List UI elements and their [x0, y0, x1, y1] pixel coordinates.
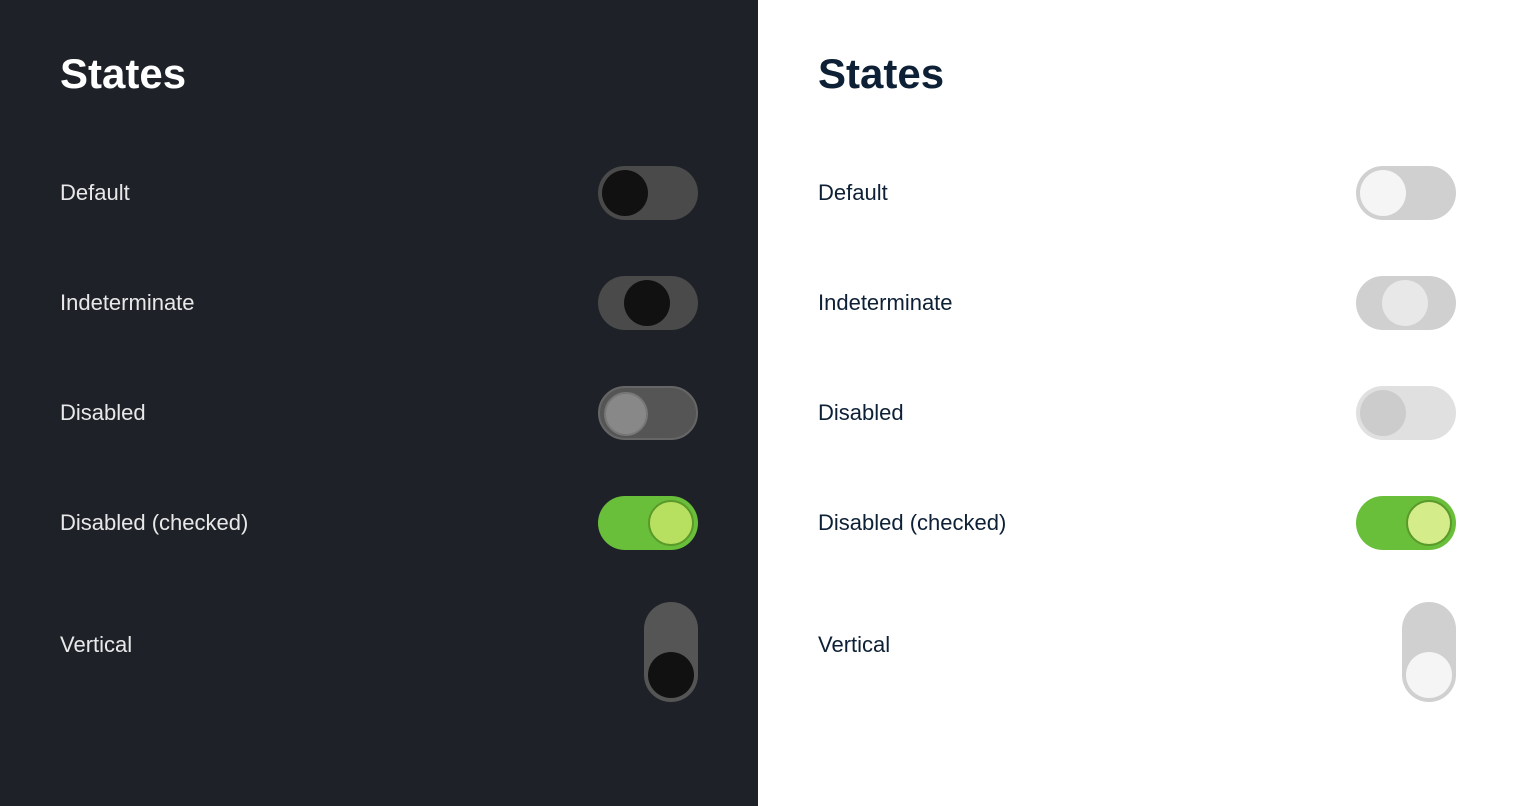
light-vertical-knob	[1406, 652, 1452, 698]
dark-indeterminate-knob	[624, 280, 670, 326]
light-indeterminate-label: Indeterminate	[818, 290, 953, 316]
light-disabled-checked-toggle-wrapper	[1336, 496, 1456, 550]
light-indeterminate-toggle-wrapper	[1336, 276, 1456, 330]
dark-default-toggle-wrapper	[578, 166, 698, 220]
light-disabled-knob	[1360, 390, 1406, 436]
light-default-knob	[1360, 170, 1406, 216]
light-disabled-label: Disabled	[818, 400, 904, 426]
light-indeterminate-knob	[1382, 280, 1428, 326]
dark-disabled-toggle-wrapper	[578, 386, 698, 440]
light-vertical-row: Vertical	[818, 578, 1456, 730]
light-disabled-row: Disabled	[818, 358, 1456, 468]
light-disabled-toggle	[1356, 386, 1456, 440]
dark-default-knob	[602, 170, 648, 216]
light-disabled-checked-toggle	[1356, 496, 1456, 550]
light-disabled-toggle-wrapper	[1336, 386, 1456, 440]
dark-disabled-row: Disabled	[60, 358, 698, 468]
light-disabled-checked-knob	[1406, 500, 1452, 546]
light-vertical-toggle[interactable]	[1402, 602, 1456, 702]
light-vertical-toggle-wrapper	[1336, 602, 1456, 702]
light-states-list: Default Indeterminate Disabled	[818, 138, 1456, 730]
dark-disabled-toggle	[598, 386, 698, 440]
dark-disabled-checked-row: Disabled (checked)	[60, 468, 698, 578]
dark-vertical-knob	[648, 652, 694, 698]
dark-indeterminate-row: Indeterminate	[60, 248, 698, 358]
dark-default-row: Default	[60, 138, 698, 248]
dark-indeterminate-toggle[interactable]	[598, 276, 698, 330]
dark-disabled-checked-label: Disabled (checked)	[60, 510, 248, 536]
light-disabled-checked-label: Disabled (checked)	[818, 510, 1006, 536]
dark-indeterminate-toggle-wrapper	[578, 276, 698, 330]
light-disabled-checked-row: Disabled (checked)	[818, 468, 1456, 578]
light-default-toggle-wrapper	[1336, 166, 1456, 220]
dark-disabled-checked-toggle	[598, 496, 698, 550]
light-indeterminate-row: Indeterminate	[818, 248, 1456, 358]
light-panel: States Default Indeterminate Disabled	[758, 0, 1516, 806]
dark-disabled-checked-toggle-wrapper	[578, 496, 698, 550]
dark-panel: States Default Indeterminate Disabled	[0, 0, 758, 806]
dark-indeterminate-label: Indeterminate	[60, 290, 195, 316]
light-panel-title: States	[818, 50, 1456, 98]
light-default-row: Default	[818, 138, 1456, 248]
light-default-label: Default	[818, 180, 888, 206]
light-default-toggle[interactable]	[1356, 166, 1456, 220]
dark-disabled-checked-knob	[648, 500, 694, 546]
dark-vertical-toggle-wrapper	[578, 602, 698, 702]
dark-states-list: Default Indeterminate Disabled	[60, 138, 698, 730]
light-indeterminate-toggle[interactable]	[1356, 276, 1456, 330]
light-vertical-label: Vertical	[818, 602, 890, 658]
dark-vertical-toggle[interactable]	[644, 602, 698, 702]
dark-default-label: Default	[60, 180, 130, 206]
dark-vertical-row: Vertical	[60, 578, 698, 730]
dark-vertical-label: Vertical	[60, 602, 132, 658]
dark-default-toggle[interactable]	[598, 166, 698, 220]
dark-panel-title: States	[60, 50, 698, 98]
dark-disabled-label: Disabled	[60, 400, 146, 426]
dark-disabled-knob	[604, 392, 648, 436]
